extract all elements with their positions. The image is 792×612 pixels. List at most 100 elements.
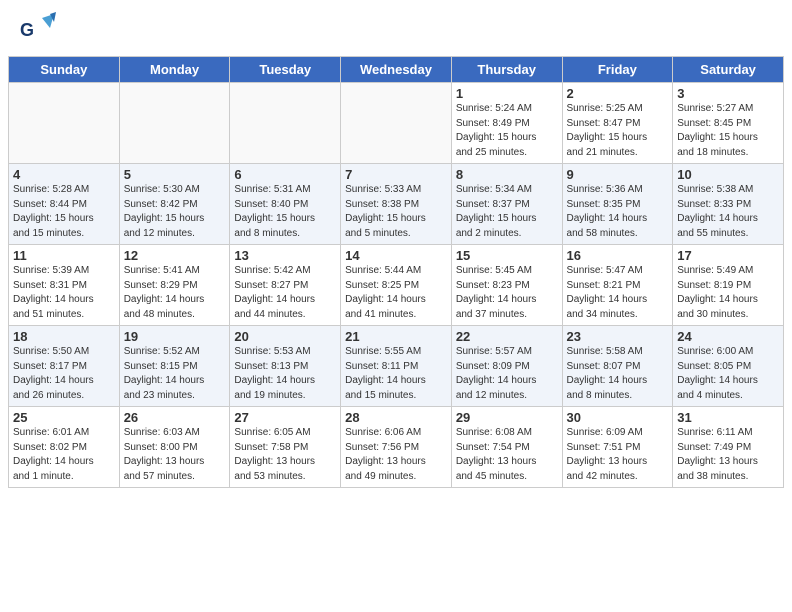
calendar-week-row: 4Sunrise: 5:28 AM Sunset: 8:44 PM Daylig… bbox=[9, 164, 784, 245]
day-number: 26 bbox=[124, 410, 226, 425]
calendar-cell: 12Sunrise: 5:41 AM Sunset: 8:29 PM Dayli… bbox=[119, 245, 230, 326]
calendar-cell bbox=[9, 83, 120, 164]
day-info: Sunrise: 5:24 AM Sunset: 8:49 PM Dayligh… bbox=[456, 102, 558, 160]
day-number: 24 bbox=[677, 329, 779, 344]
calendar-cell: 26Sunrise: 6:03 AM Sunset: 8:00 PM Dayli… bbox=[119, 407, 230, 488]
day-number: 4 bbox=[13, 167, 115, 182]
calendar-day-header: Saturday bbox=[673, 57, 784, 83]
day-info: Sunrise: 5:57 AM Sunset: 8:09 PM Dayligh… bbox=[456, 345, 558, 403]
day-info: Sunrise: 5:30 AM Sunset: 8:42 PM Dayligh… bbox=[124, 183, 226, 241]
calendar-cell: 31Sunrise: 6:11 AM Sunset: 7:49 PM Dayli… bbox=[673, 407, 784, 488]
calendar-cell: 24Sunrise: 6:00 AM Sunset: 8:05 PM Dayli… bbox=[673, 326, 784, 407]
calendar-cell: 30Sunrise: 6:09 AM Sunset: 7:51 PM Dayli… bbox=[562, 407, 673, 488]
calendar-cell bbox=[341, 83, 452, 164]
day-number: 23 bbox=[567, 329, 669, 344]
day-number: 19 bbox=[124, 329, 226, 344]
calendar-cell: 13Sunrise: 5:42 AM Sunset: 8:27 PM Dayli… bbox=[230, 245, 341, 326]
day-info: Sunrise: 5:52 AM Sunset: 8:15 PM Dayligh… bbox=[124, 345, 226, 403]
day-info: Sunrise: 6:05 AM Sunset: 7:58 PM Dayligh… bbox=[234, 426, 336, 484]
day-number: 14 bbox=[345, 248, 447, 263]
calendar-cell: 11Sunrise: 5:39 AM Sunset: 8:31 PM Dayli… bbox=[9, 245, 120, 326]
svg-text:G: G bbox=[20, 20, 34, 40]
calendar-day-header: Monday bbox=[119, 57, 230, 83]
day-number: 7 bbox=[345, 167, 447, 182]
day-number: 12 bbox=[124, 248, 226, 263]
calendar-cell: 16Sunrise: 5:47 AM Sunset: 8:21 PM Dayli… bbox=[562, 245, 673, 326]
day-info: Sunrise: 5:42 AM Sunset: 8:27 PM Dayligh… bbox=[234, 264, 336, 322]
day-info: Sunrise: 5:34 AM Sunset: 8:37 PM Dayligh… bbox=[456, 183, 558, 241]
logo-icon: G bbox=[20, 10, 56, 46]
calendar-header-row: SundayMondayTuesdayWednesdayThursdayFrid… bbox=[9, 57, 784, 83]
day-info: Sunrise: 5:49 AM Sunset: 8:19 PM Dayligh… bbox=[677, 264, 779, 322]
day-info: Sunrise: 6:06 AM Sunset: 7:56 PM Dayligh… bbox=[345, 426, 447, 484]
calendar-cell: 7Sunrise: 5:33 AM Sunset: 8:38 PM Daylig… bbox=[341, 164, 452, 245]
calendar-cell: 4Sunrise: 5:28 AM Sunset: 8:44 PM Daylig… bbox=[9, 164, 120, 245]
calendar-day-header: Tuesday bbox=[230, 57, 341, 83]
calendar-cell: 10Sunrise: 5:38 AM Sunset: 8:33 PM Dayli… bbox=[673, 164, 784, 245]
calendar-cell: 27Sunrise: 6:05 AM Sunset: 7:58 PM Dayli… bbox=[230, 407, 341, 488]
calendar-cell: 21Sunrise: 5:55 AM Sunset: 8:11 PM Dayli… bbox=[341, 326, 452, 407]
calendar-cell: 1Sunrise: 5:24 AM Sunset: 8:49 PM Daylig… bbox=[451, 83, 562, 164]
day-info: Sunrise: 6:00 AM Sunset: 8:05 PM Dayligh… bbox=[677, 345, 779, 403]
logo: G bbox=[20, 10, 56, 51]
calendar-day-header: Thursday bbox=[451, 57, 562, 83]
day-info: Sunrise: 5:58 AM Sunset: 8:07 PM Dayligh… bbox=[567, 345, 669, 403]
calendar-cell: 19Sunrise: 5:52 AM Sunset: 8:15 PM Dayli… bbox=[119, 326, 230, 407]
day-number: 2 bbox=[567, 86, 669, 101]
day-info: Sunrise: 5:33 AM Sunset: 8:38 PM Dayligh… bbox=[345, 183, 447, 241]
day-number: 11 bbox=[13, 248, 115, 263]
day-number: 21 bbox=[345, 329, 447, 344]
calendar-cell: 8Sunrise: 5:34 AM Sunset: 8:37 PM Daylig… bbox=[451, 164, 562, 245]
calendar-cell: 14Sunrise: 5:44 AM Sunset: 8:25 PM Dayli… bbox=[341, 245, 452, 326]
calendar-cell: 23Sunrise: 5:58 AM Sunset: 8:07 PM Dayli… bbox=[562, 326, 673, 407]
day-info: Sunrise: 5:25 AM Sunset: 8:47 PM Dayligh… bbox=[567, 102, 669, 160]
day-info: Sunrise: 5:28 AM Sunset: 8:44 PM Dayligh… bbox=[13, 183, 115, 241]
day-number: 1 bbox=[456, 86, 558, 101]
calendar-body: 1Sunrise: 5:24 AM Sunset: 8:49 PM Daylig… bbox=[9, 83, 784, 488]
day-info: Sunrise: 6:03 AM Sunset: 8:00 PM Dayligh… bbox=[124, 426, 226, 484]
day-info: Sunrise: 6:08 AM Sunset: 7:54 PM Dayligh… bbox=[456, 426, 558, 484]
day-number: 29 bbox=[456, 410, 558, 425]
day-number: 6 bbox=[234, 167, 336, 182]
day-number: 30 bbox=[567, 410, 669, 425]
calendar-cell: 17Sunrise: 5:49 AM Sunset: 8:19 PM Dayli… bbox=[673, 245, 784, 326]
calendar-table: SundayMondayTuesdayWednesdayThursdayFrid… bbox=[8, 56, 784, 488]
day-info: Sunrise: 5:41 AM Sunset: 8:29 PM Dayligh… bbox=[124, 264, 226, 322]
calendar-cell: 15Sunrise: 5:45 AM Sunset: 8:23 PM Dayli… bbox=[451, 245, 562, 326]
day-number: 8 bbox=[456, 167, 558, 182]
day-number: 5 bbox=[124, 167, 226, 182]
day-number: 9 bbox=[567, 167, 669, 182]
day-info: Sunrise: 5:47 AM Sunset: 8:21 PM Dayligh… bbox=[567, 264, 669, 322]
calendar-cell bbox=[230, 83, 341, 164]
calendar-day-header: Friday bbox=[562, 57, 673, 83]
day-number: 10 bbox=[677, 167, 779, 182]
calendar-week-row: 25Sunrise: 6:01 AM Sunset: 8:02 PM Dayli… bbox=[9, 407, 784, 488]
calendar-cell: 2Sunrise: 5:25 AM Sunset: 8:47 PM Daylig… bbox=[562, 83, 673, 164]
day-number: 3 bbox=[677, 86, 779, 101]
day-number: 20 bbox=[234, 329, 336, 344]
calendar-week-row: 11Sunrise: 5:39 AM Sunset: 8:31 PM Dayli… bbox=[9, 245, 784, 326]
day-number: 27 bbox=[234, 410, 336, 425]
calendar-cell: 3Sunrise: 5:27 AM Sunset: 8:45 PM Daylig… bbox=[673, 83, 784, 164]
day-info: Sunrise: 5:31 AM Sunset: 8:40 PM Dayligh… bbox=[234, 183, 336, 241]
day-number: 15 bbox=[456, 248, 558, 263]
calendar-cell bbox=[119, 83, 230, 164]
day-number: 16 bbox=[567, 248, 669, 263]
day-info: Sunrise: 5:36 AM Sunset: 8:35 PM Dayligh… bbox=[567, 183, 669, 241]
day-info: Sunrise: 6:09 AM Sunset: 7:51 PM Dayligh… bbox=[567, 426, 669, 484]
day-info: Sunrise: 6:11 AM Sunset: 7:49 PM Dayligh… bbox=[677, 426, 779, 484]
calendar-cell: 22Sunrise: 5:57 AM Sunset: 8:09 PM Dayli… bbox=[451, 326, 562, 407]
day-number: 28 bbox=[345, 410, 447, 425]
day-number: 31 bbox=[677, 410, 779, 425]
day-number: 22 bbox=[456, 329, 558, 344]
calendar-cell: 20Sunrise: 5:53 AM Sunset: 8:13 PM Dayli… bbox=[230, 326, 341, 407]
day-info: Sunrise: 5:38 AM Sunset: 8:33 PM Dayligh… bbox=[677, 183, 779, 241]
day-info: Sunrise: 5:44 AM Sunset: 8:25 PM Dayligh… bbox=[345, 264, 447, 322]
day-info: Sunrise: 5:50 AM Sunset: 8:17 PM Dayligh… bbox=[13, 345, 115, 403]
calendar-week-row: 18Sunrise: 5:50 AM Sunset: 8:17 PM Dayli… bbox=[9, 326, 784, 407]
calendar-cell: 28Sunrise: 6:06 AM Sunset: 7:56 PM Dayli… bbox=[341, 407, 452, 488]
day-info: Sunrise: 5:45 AM Sunset: 8:23 PM Dayligh… bbox=[456, 264, 558, 322]
day-info: Sunrise: 5:39 AM Sunset: 8:31 PM Dayligh… bbox=[13, 264, 115, 322]
calendar-cell: 25Sunrise: 6:01 AM Sunset: 8:02 PM Dayli… bbox=[9, 407, 120, 488]
day-number: 13 bbox=[234, 248, 336, 263]
